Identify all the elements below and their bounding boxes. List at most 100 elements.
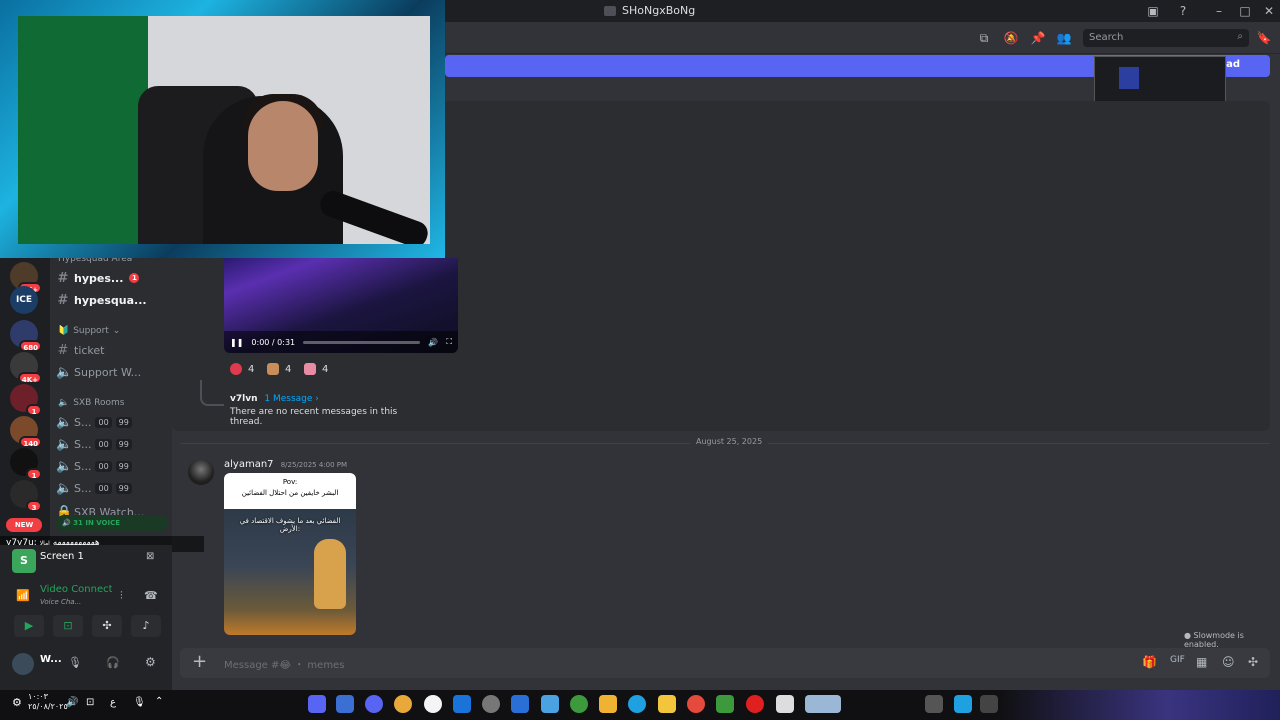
pause-icon[interactable]: ❚❚ — [230, 338, 243, 347]
video-player[interactable]: ❚❚ 0:00 / 0:31 🔊 ⛶ — [224, 258, 458, 353]
app-icon[interactable] — [541, 695, 559, 713]
add-attachment-icon[interactable]: + — [192, 652, 207, 672]
headphones-icon[interactable]: 🎧 — [106, 656, 120, 669]
chevron-down-icon: ⌄ — [112, 326, 121, 336]
video-progress[interactable] — [303, 340, 421, 344]
face-icon — [267, 363, 279, 375]
message-composer[interactable]: + Message #😂 ・ memes 🎁 GIF ▦ ☺ ✣ — [180, 648, 1270, 678]
edge-icon[interactable] — [628, 695, 646, 713]
app-icon[interactable] — [687, 695, 705, 713]
new-badge[interactable]: NEW — [6, 518, 42, 532]
server-icon[interactable]: ICE — [10, 286, 38, 314]
server-icon[interactable]: 1 — [10, 384, 42, 416]
server-icon[interactable]: 140 — [10, 416, 42, 448]
reaction-face[interactable]: 4 — [261, 360, 298, 378]
category-rooms[interactable]: 🔈 SXB Rooms — [58, 398, 124, 408]
noise-suppression-icon[interactable]: ⫶ — [120, 589, 123, 603]
language-indicator[interactable]: ع — [110, 697, 116, 708]
avatar[interactable] — [188, 459, 214, 485]
gift-icon[interactable]: 🎁 — [1142, 655, 1157, 669]
thread-link[interactable]: 1 Message › — [264, 394, 319, 404]
network-icon[interactable]: ⊡ — [86, 697, 94, 708]
maximize-button[interactable]: □ — [1236, 2, 1254, 20]
help-icon[interactable]: ? — [1174, 2, 1192, 20]
mute-bell-icon[interactable]: 🔕 — [1003, 30, 1019, 46]
opera-icon[interactable] — [746, 695, 764, 713]
message-header: alyaman7 8/25/2025 4:00 PM — [224, 459, 347, 470]
threads-icon[interactable]: ⧉ — [976, 30, 992, 46]
xbox-icon[interactable] — [570, 695, 588, 713]
members-icon[interactable]: 👥 — [1056, 30, 1072, 46]
reaction-heart[interactable]: 4 — [224, 360, 261, 378]
camera-button[interactable]: ▶ — [14, 615, 44, 637]
channel-item[interactable]: # hypes... 1 — [56, 268, 168, 288]
speaker-icon: 🔈 — [56, 364, 73, 380]
inbox-icon[interactable]: ▣ — [1144, 2, 1162, 20]
volume-icon[interactable]: 🔊 — [428, 338, 438, 347]
avatar[interactable] — [12, 653, 34, 675]
mail-icon[interactable] — [511, 695, 529, 713]
microphone-icon[interactable]: 🎙 — [68, 656, 82, 669]
voice-channel-item[interactable]: 🔈 S... 00 99 — [56, 456, 168, 476]
server-icon[interactable]: 680 — [10, 320, 42, 352]
reaction-gift[interactable]: 4 — [298, 360, 335, 378]
voice-channel-item[interactable]: 🔈 Support W... — [56, 362, 168, 382]
server-icon[interactable]: 3 — [10, 480, 42, 512]
meme-image: الفضائي بعد ما يشوف الاقتصاد في الأرض: — [224, 509, 356, 635]
in-voice-pill[interactable]: 🔊 31 IN VOICE — [56, 515, 168, 531]
activities-button[interactable]: ✣ — [92, 615, 122, 637]
discord-app-icon[interactable] — [308, 695, 326, 713]
search-icon[interactable] — [925, 695, 943, 713]
fullscreen-icon[interactable]: ⛶ — [446, 337, 452, 347]
voice-channel-link[interactable]: Voice Cha... — [40, 598, 112, 606]
app-icon[interactable] — [805, 695, 841, 713]
voice-channel-item[interactable]: 🔈 S... 00 99 — [56, 478, 168, 498]
wallpaper-strip — [1000, 690, 1280, 720]
gear-icon[interactable]: ⚙ — [145, 655, 156, 669]
chevron-up-icon[interactable]: ⌃ — [155, 696, 163, 707]
voice-channel-item[interactable]: 🔈 S... 00 99 — [56, 412, 168, 432]
store-icon[interactable] — [599, 695, 617, 713]
volume-icon[interactable]: 🔊 — [66, 697, 78, 708]
voice-channel-item[interactable]: 🔈 S... 00 99 — [56, 434, 168, 454]
windows-start-icon[interactable] — [954, 695, 972, 713]
connection-status[interactable]: Video Connected — [40, 584, 112, 595]
speaker-icon: 🔈 — [56, 414, 73, 430]
close-screen-icon[interactable]: ⊠ — [146, 551, 154, 562]
search-input[interactable]: Search ⌕ — [1083, 29, 1249, 47]
message-input[interactable]: Message #😂 ・ memes — [224, 656, 344, 671]
channel-item[interactable]: # ticket — [56, 340, 168, 360]
folder-icon[interactable] — [658, 695, 676, 713]
app-icon[interactable] — [336, 695, 354, 713]
soundboard-button[interactable]: ♪ — [131, 615, 161, 637]
close-button[interactable]: ✕ — [1260, 2, 1278, 20]
channel-item[interactable]: # hypesqua... — [56, 290, 168, 310]
browser-icon[interactable] — [424, 695, 442, 713]
disconnect-icon[interactable]: ☎ — [144, 589, 158, 602]
emoji-icon[interactable]: ☺ — [1222, 655, 1235, 669]
discord-app-icon[interactable] — [365, 695, 383, 713]
pin-icon[interactable]: 📌 — [1030, 30, 1046, 46]
server-icon[interactable]: 1 — [10, 448, 42, 480]
app-icon[interactable] — [776, 695, 794, 713]
inbox-icon[interactable]: 🔖 — [1256, 30, 1272, 46]
app-icon[interactable] — [716, 695, 734, 713]
screen-share-button[interactable]: ⊡ — [53, 615, 83, 637]
thread-preview[interactable]: v7lvn 1 Message › There are no recent me… — [224, 390, 410, 427]
microphone-icon[interactable]: 🎙 — [133, 697, 146, 708]
message-author[interactable]: alyaman7 — [224, 459, 274, 470]
gear-icon[interactable] — [482, 695, 500, 713]
photos-icon[interactable] — [453, 695, 471, 713]
clock[interactable]: ١٠:٠٣ ٢٥/٠٨/٢٠٢٥ — [28, 692, 68, 712]
server-icon[interactable]: 4K+ — [10, 352, 42, 384]
category-support[interactable]: 🔰 Support ⌄ — [58, 326, 120, 336]
image-attachment[interactable]: Pov: البشر خايفين من احتلال الفضائين الف… — [224, 473, 356, 635]
chrome-icon[interactable] — [394, 695, 412, 713]
username[interactable]: W... — [40, 654, 62, 665]
apps-icon[interactable]: ✣ — [1248, 655, 1258, 669]
sticker-icon[interactable]: ▦ — [1196, 655, 1207, 669]
task-view-icon[interactable] — [980, 695, 998, 713]
settings-icon[interactable]: ⚙ — [12, 696, 22, 709]
minimize-button[interactable]: – — [1210, 2, 1228, 20]
gif-icon[interactable]: GIF — [1170, 655, 1185, 665]
